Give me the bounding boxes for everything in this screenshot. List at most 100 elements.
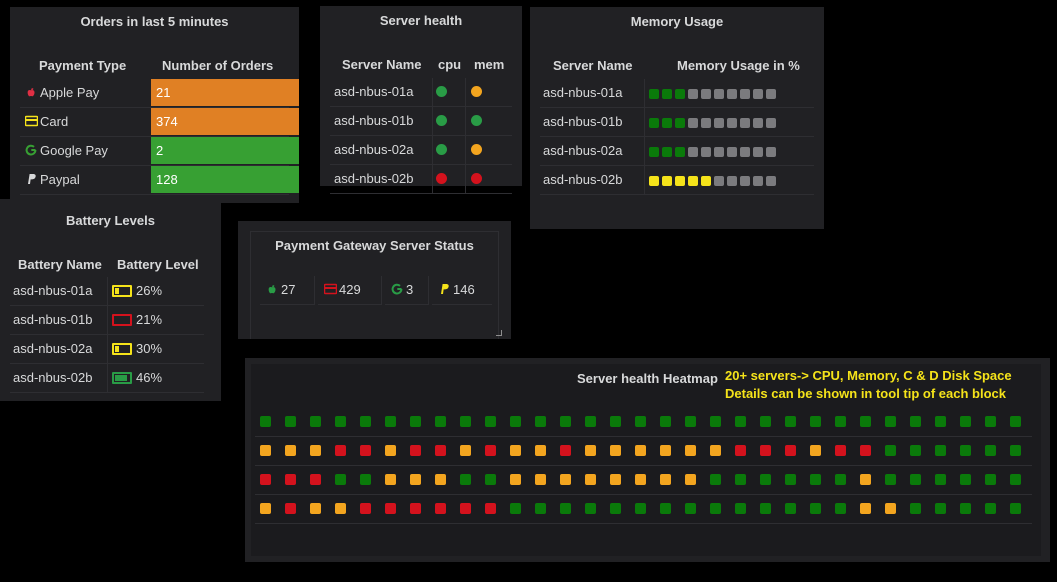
heatmap-cell[interactable] [860,474,871,485]
heatmap-cell[interactable] [760,474,771,485]
heatmap-cell[interactable] [285,445,296,456]
heatmap-cell[interactable] [660,503,671,514]
heatmap-cell[interactable] [785,474,796,485]
heatmap-cell[interactable] [510,503,521,514]
heatmap-cell[interactable] [960,416,971,427]
heatmap-cell[interactable] [635,474,646,485]
heatmap-cell[interactable] [1010,474,1021,485]
column-header-memory-usage[interactable]: Memory Usage in % [677,58,800,73]
heatmap-cell[interactable] [710,474,721,485]
heatmap-cell[interactable] [285,503,296,514]
heatmap-cell[interactable] [935,445,946,456]
heatmap-cell[interactable] [610,474,621,485]
heatmap-cell[interactable] [410,445,421,456]
heatmap-cell[interactable] [660,474,671,485]
heatmap-cell[interactable] [260,416,271,427]
heatmap-cell[interactable] [685,416,696,427]
heatmap-cell[interactable] [335,474,346,485]
table-row[interactable]: Paypal 128 [20,166,299,195]
heatmap-cell[interactable] [635,416,646,427]
heatmap-cell[interactable] [710,503,721,514]
gateway-status-item[interactable]: 27 [260,276,315,305]
heatmap-cell[interactable] [735,445,746,456]
heatmap-cell[interactable] [885,445,896,456]
heatmap-cell[interactable] [810,503,821,514]
gateway-status-item[interactable]: 3 [385,276,429,305]
table-row[interactable]: asd-nbus-02b [330,165,512,194]
heatmap-cell[interactable] [660,416,671,427]
heatmap-cell[interactable] [560,416,571,427]
heatmap-cell[interactable] [385,503,396,514]
column-header-payment-type[interactable]: Payment Type [39,58,126,73]
table-row[interactable]: asd-nbus-01a [330,78,512,107]
heatmap-cell[interactable] [860,503,871,514]
heatmap-cell[interactable] [635,445,646,456]
heatmap-cell[interactable] [985,416,996,427]
resize-handle[interactable] [496,330,502,336]
heatmap-cell[interactable] [610,503,621,514]
heatmap-cell[interactable] [260,474,271,485]
heatmap-cell[interactable] [310,416,321,427]
table-row[interactable]: asd-nbus-01b [330,107,512,136]
heatmap-cell[interactable] [985,503,996,514]
heatmap-cell[interactable] [335,445,346,456]
heatmap-cell[interactable] [1010,503,1021,514]
heatmap-cell[interactable] [535,503,546,514]
table-row[interactable]: Google Pay 2 [20,137,299,166]
heatmap-cell[interactable] [535,474,546,485]
heatmap-cell[interactable] [410,474,421,485]
heatmap-cell[interactable] [610,416,621,427]
heatmap-cell[interactable] [835,474,846,485]
heatmap-cell[interactable] [835,416,846,427]
heatmap-cell[interactable] [485,416,496,427]
heatmap-cell[interactable] [535,416,546,427]
heatmap-cell[interactable] [385,445,396,456]
heatmap-cell[interactable] [785,416,796,427]
heatmap-cell[interactable] [910,445,921,456]
table-row[interactable]: asd-nbus-01a 26% [10,277,204,306]
heatmap-cell[interactable] [310,474,321,485]
heatmap-cell[interactable] [260,503,271,514]
heatmap-cell[interactable] [510,445,521,456]
heatmap-cell[interactable] [385,416,396,427]
gateway-status-item[interactable]: 146 [432,276,492,305]
column-header-server-name[interactable]: Server Name [553,58,633,73]
heatmap-cell[interactable] [785,445,796,456]
heatmap-cell[interactable] [960,445,971,456]
heatmap-cell[interactable] [885,416,896,427]
heatmap-cell[interactable] [985,474,996,485]
heatmap-cell[interactable] [1010,445,1021,456]
heatmap-cell[interactable] [485,445,496,456]
heatmap-cell[interactable] [460,445,471,456]
heatmap-cell[interactable] [410,503,421,514]
heatmap-cell[interactable] [310,503,321,514]
column-header-battery-name[interactable]: Battery Name [18,257,102,272]
heatmap-cell[interactable] [985,445,996,456]
heatmap-cell[interactable] [835,503,846,514]
heatmap-cell[interactable] [685,445,696,456]
column-header-number-of-orders[interactable]: Number of Orders [162,58,273,73]
heatmap-cell[interactable] [910,416,921,427]
gateway-status-item[interactable]: 429 [318,276,382,305]
heatmap-cell[interactable] [760,416,771,427]
heatmap-cell[interactable] [860,416,871,427]
table-row[interactable]: asd-nbus-01a [540,79,814,108]
table-row[interactable]: Card 374 [20,108,299,137]
heatmap-cell[interactable] [360,474,371,485]
heatmap-cell[interactable] [810,474,821,485]
table-row[interactable]: asd-nbus-02a [330,136,512,165]
heatmap-cell[interactable] [685,503,696,514]
table-row[interactable]: Apple Pay 21 [20,79,299,108]
heatmap-cell[interactable] [735,474,746,485]
table-row[interactable]: asd-nbus-02a [540,137,814,166]
heatmap-cell[interactable] [560,503,571,514]
heatmap-cell[interactable] [860,445,871,456]
heatmap-cell[interactable] [360,445,371,456]
heatmap-cell[interactable] [360,503,371,514]
heatmap-cell[interactable] [560,474,571,485]
heatmap-cell[interactable] [810,416,821,427]
heatmap-cell[interactable] [585,503,596,514]
heatmap-cell[interactable] [310,445,321,456]
heatmap-cell[interactable] [835,445,846,456]
heatmap-cell[interactable] [460,474,471,485]
